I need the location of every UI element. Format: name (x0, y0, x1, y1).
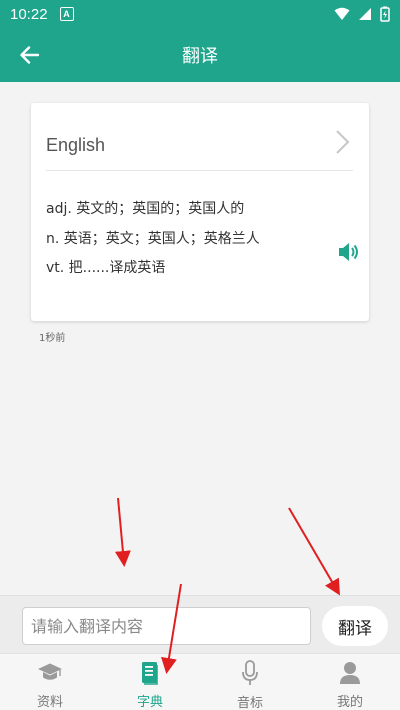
nav-label: 字典 (136, 695, 163, 710)
annotation-arrow (288, 507, 341, 596)
definition-line: n. 英语；英文；英国人；英格兰人 (46, 230, 260, 247)
input-bar: 翻译 (0, 595, 400, 653)
speaker-icon[interactable] (337, 241, 361, 263)
translation-result-card: English adj. 英文的；英国的；英国人的 n. 英语；英文；英国人；英… (31, 103, 369, 321)
timestamp: 1秒前 (39, 333, 66, 344)
person-icon (340, 661, 360, 684)
nav-item-profile[interactable]: 我的 (300, 654, 400, 710)
status-icons (334, 6, 390, 22)
book-icon (142, 661, 158, 685)
page-title: 翻译 (182, 46, 218, 67)
language-selector[interactable]: English (46, 121, 353, 171)
translate-input[interactable] (22, 607, 311, 645)
graduation-cap-icon (38, 663, 62, 680)
translate-button[interactable]: 翻译 (322, 606, 388, 646)
annotation-arrow (114, 497, 131, 567)
nav-item-phonetics[interactable]: 音标 (200, 654, 300, 710)
nav-label: 音标 (236, 696, 263, 710)
nav-item-resources[interactable]: 资料 (0, 654, 100, 710)
signal-icon (359, 8, 371, 20)
status-time: 10:22 (10, 5, 48, 23)
nav-label: 资料 (36, 695, 63, 710)
definition-line: adj. 英文的；英国的；英国人的 (46, 201, 245, 217)
nav-item-dictionary[interactable]: 字典 (100, 654, 200, 710)
notification-icon: A (59, 7, 74, 21)
app-bar: 翻译 (0, 28, 400, 82)
bottom-nav: 资料 字典 音标 我的 (0, 653, 400, 710)
definitions-list: adj. 英文的；英国的；英国人的 n. 英语；英文；英国人；英格兰人 vt. … (46, 199, 326, 288)
definition-line: vt. 把......译成英语 (46, 260, 166, 276)
battery-icon (380, 6, 390, 22)
back-arrow-icon (20, 46, 39, 64)
back-button[interactable] (10, 36, 48, 74)
status-bar: 10:22 A (0, 0, 400, 28)
language-label: English (46, 135, 106, 155)
nav-label: 我的 (336, 695, 363, 710)
chevron-right-icon (336, 130, 350, 154)
wifi-icon (334, 7, 350, 20)
microphone-icon (242, 660, 258, 685)
